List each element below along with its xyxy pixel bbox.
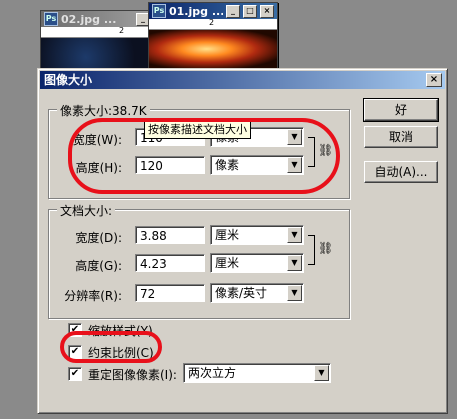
doc-width-label: 宽度(D): [75, 231, 122, 245]
doc-width-unit-value: 厘米 [215, 228, 240, 242]
resample-label[interactable]: 重定图像像素(I): [88, 366, 177, 383]
chevron-down-icon[interactable]: ▼ [287, 255, 302, 271]
pixel-dimensions-legend: 像素大小:38.7K [57, 102, 150, 119]
document-title: 02.jpg ... [61, 12, 117, 26]
chevron-down-icon[interactable]: ▼ [287, 227, 302, 243]
doc-width-input[interactable]: 3.88 [135, 226, 205, 244]
document-window-01[interactable]: Ps 01.jpg ... _ □ × 2 [148, 2, 278, 74]
chevron-down-icon[interactable]: ▼ [287, 285, 302, 301]
doc-height-input[interactable]: 4.23 [135, 254, 205, 272]
resolution-input[interactable]: 72 [135, 284, 205, 302]
image-size-dialog: 图像大小 × 像素大小:38.7K 宽度(W): 110 像素 ▼ 高度(H):… [37, 68, 448, 414]
red-annotation-circle [60, 331, 162, 363]
resample-method-value: 两次立方 [188, 366, 237, 380]
chevron-down-icon[interactable]: ▼ [314, 365, 329, 381]
chain-link-icon: ⛓ [318, 241, 334, 255]
ruler: 2 [149, 18, 277, 30]
red-annotation-circle [68, 118, 340, 194]
doc-height-label: 高度(G): [75, 259, 122, 273]
dialog-close-button[interactable]: × [426, 73, 442, 87]
document-titlebar[interactable]: Ps 02.jpg ... _ [41, 11, 153, 27]
photoshop-doc-icon: Ps [44, 12, 58, 26]
doc-height-unit-select[interactable]: 厘米 ▼ [210, 253, 304, 273]
ruler: 2 [41, 26, 153, 38]
auto-button[interactable]: 自动(A)... [364, 161, 438, 183]
image-canvas[interactable] [149, 30, 277, 68]
dialog-titlebar[interactable]: 图像大小 × [40, 71, 445, 89]
document-titlebar[interactable]: Ps 01.jpg ... _ □ × [149, 3, 277, 19]
resolution-unit-value: 像素/英寸 [215, 286, 268, 300]
doc-width-unit-select[interactable]: 厘米 ▼ [210, 225, 304, 245]
resolution-label: 分辨率(R): [64, 289, 122, 303]
document-title: 01.jpg ... [169, 4, 223, 18]
doc-height-unit-value: 厘米 [215, 256, 240, 270]
close-button[interactable]: × [260, 4, 274, 18]
dialog-title: 图像大小 [44, 73, 93, 87]
maximize-button[interactable]: □ [243, 4, 257, 18]
ok-button[interactable]: 好 [363, 98, 439, 122]
resample-method-select[interactable]: 两次立方 ▼ [183, 363, 331, 383]
minimize-button[interactable]: _ [226, 4, 240, 18]
resolution-unit-select[interactable]: 像素/英寸 ▼ [210, 283, 304, 303]
photoshop-doc-icon: Ps [152, 4, 166, 18]
link-bracket [308, 235, 315, 265]
document-size-legend: 文档大小: [57, 202, 116, 219]
cancel-button[interactable]: 取消 [364, 126, 438, 148]
document-window-02[interactable]: Ps 02.jpg ... _ 2 [40, 10, 154, 74]
resample-checkbox[interactable]: ✔ [68, 367, 82, 381]
image-canvas[interactable] [41, 38, 153, 70]
